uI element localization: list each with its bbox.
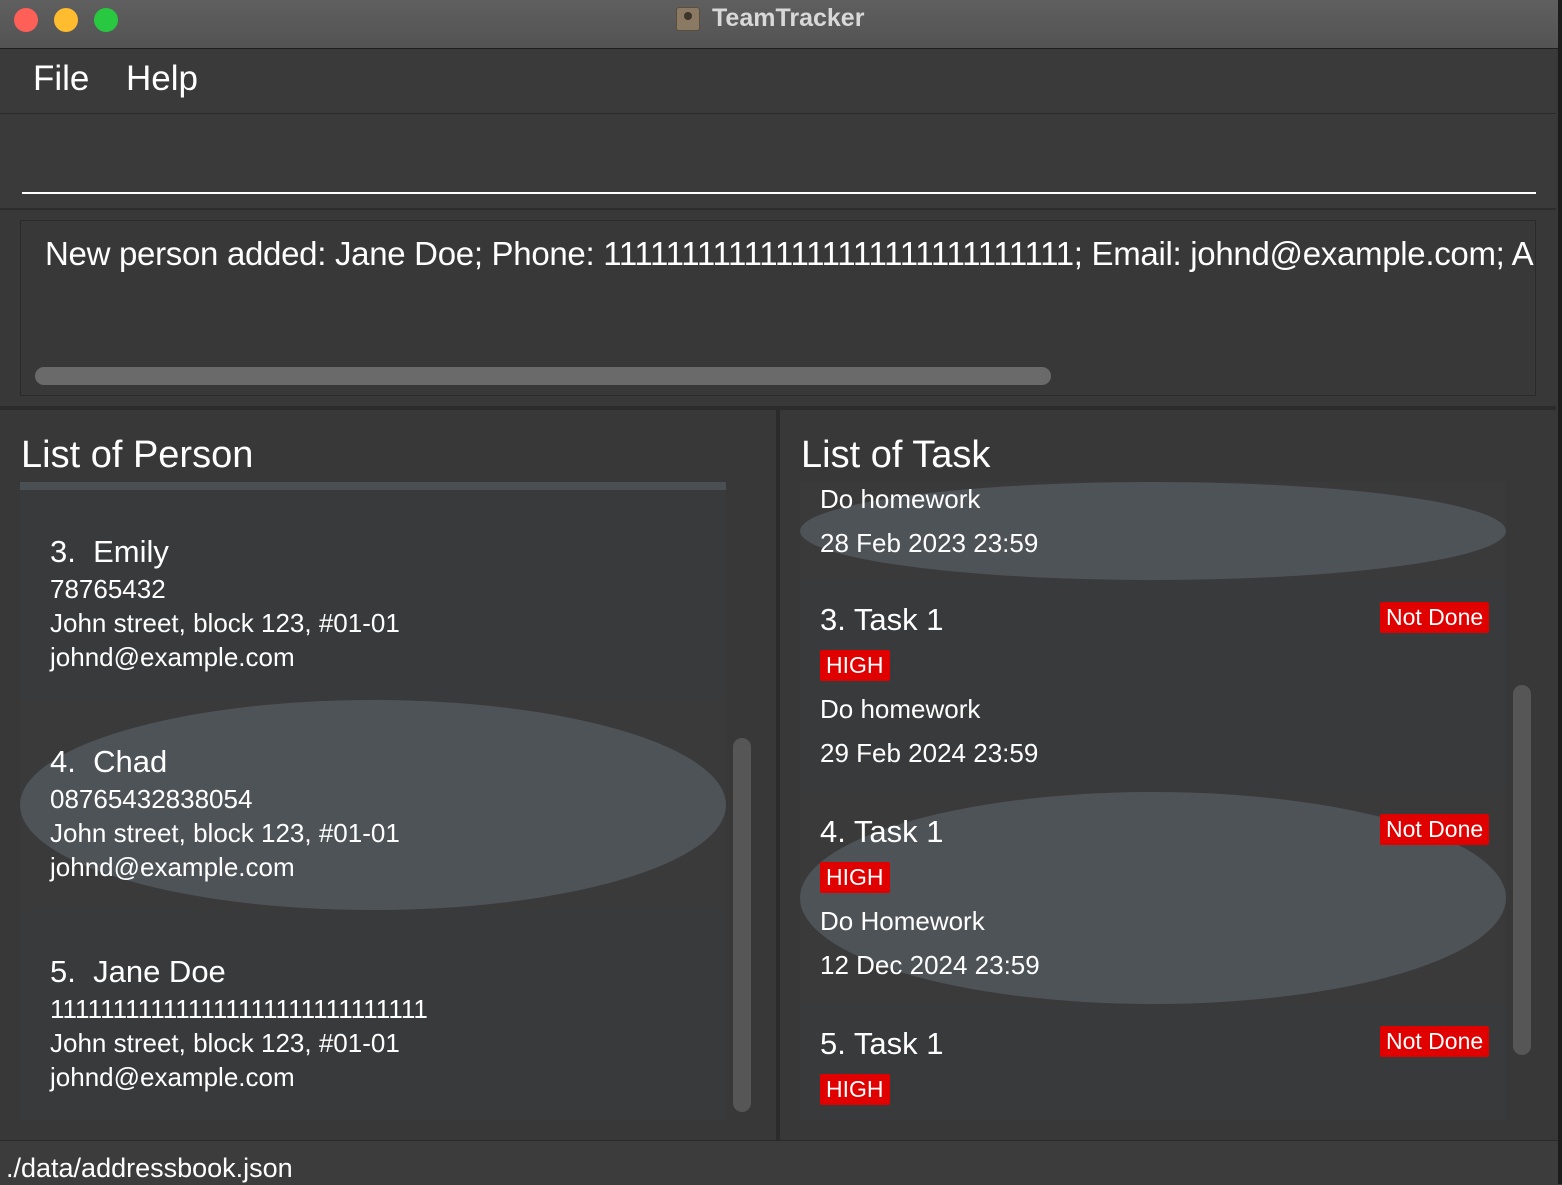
person-phone: 111111111111111111111111111111 [50, 994, 428, 1024]
task-priority-badge: HIGH [820, 1074, 890, 1105]
task-priority-badge: HIGH [820, 862, 890, 893]
person-index: 5. [50, 954, 76, 989]
person-index: 3. [50, 534, 76, 569]
person-address: John street, block 123, #01-01 [50, 608, 400, 638]
task-card-selected[interactable]: 4. Task 1 Not Done HIGH Do Homework 12 D… [800, 792, 1506, 1004]
task-card[interactable]: 5. Task 1 Not Done HIGH [800, 1004, 1506, 1120]
person-card[interactable]: 3. Emily 78765432 John street, block 123… [20, 490, 726, 700]
person-email: johnd@example.com [50, 642, 295, 672]
task-deadline: 12 Dec 2024 23:59 [820, 950, 1040, 980]
person-card-partial[interactable] [20, 482, 726, 490]
task-description: Do homework [820, 484, 981, 514]
window-edge [1558, 0, 1562, 1184]
person-address: John street, block 123, #01-01 [50, 818, 400, 848]
person-card[interactable]: 5. Jane Doe 1111111111111111111111111111… [20, 910, 726, 1120]
person-email: johnd@example.com [50, 852, 295, 882]
task-title: 5. Task 1 [820, 1026, 944, 1061]
result-message: New person added: Jane Doe; Phone: 11111… [45, 235, 1534, 272]
task-title: 4. Task 1 [820, 814, 944, 849]
task-status-badge: Not Done [1380, 602, 1490, 633]
task-card-partial[interactable]: Do homework 28 Feb 2023 23:59 [800, 482, 1506, 580]
person-phone: 78765432 [50, 574, 166, 604]
task-list-scrollbar[interactable] [1513, 685, 1531, 1055]
person-phone: 08765432838054 [50, 784, 253, 814]
person-list-title: List of Person [21, 434, 254, 476]
person-name: 3. Emily [50, 534, 169, 570]
person-index: 4. [50, 744, 76, 779]
menu-file[interactable]: File [33, 59, 89, 99]
person-list: 3. Emily 78765432 John street, block 123… [20, 482, 726, 1120]
title-bar: TeamTracker [0, 0, 1558, 49]
save-location: ./data/addressbook.json [6, 1153, 293, 1183]
person-email: johnd@example.com [50, 1062, 295, 1092]
person-list-scrollbar[interactable] [733, 738, 751, 1112]
task-description: Do homework [820, 694, 981, 724]
result-horizontal-scrollbar[interactable] [35, 367, 1051, 385]
menu-help[interactable]: Help [126, 59, 198, 99]
person-name-text: Chad [93, 744, 168, 779]
menu-bar: File Help [0, 49, 1556, 114]
app-icon [676, 7, 700, 31]
person-address: John street, block 123, #01-01 [50, 1028, 400, 1058]
task-title: 3. Task 1 [820, 602, 944, 637]
person-name-text: Emily [93, 534, 169, 569]
person-name: 4. Chad [50, 744, 167, 780]
close-window-button[interactable] [14, 8, 38, 32]
person-card-selected[interactable]: 4. Chad 08765432838054 John street, bloc… [20, 700, 726, 910]
status-bar: ./data/addressbook.json [0, 1140, 1558, 1185]
split-divider[interactable] [776, 410, 780, 1140]
task-status-badge: Not Done [1380, 814, 1490, 845]
task-deadline: 29 Feb 2024 23:59 [820, 738, 1039, 768]
person-name: 5. Jane Doe [50, 954, 226, 990]
minimize-window-button[interactable] [54, 8, 78, 32]
person-name-text: Jane Doe [93, 954, 226, 989]
command-input-underline [22, 192, 1536, 194]
task-priority-badge: HIGH [820, 650, 890, 681]
window-title: TeamTracker [712, 4, 865, 32]
task-description: Do Homework [820, 906, 985, 936]
result-display: New person added: Jane Doe; Phone: 11111… [20, 220, 1536, 396]
zoom-window-button[interactable] [94, 8, 118, 32]
task-card[interactable]: 3. Task 1 Not Done HIGH Do homework 29 F… [800, 580, 1506, 792]
task-list: Do homework 28 Feb 2023 23:59 3. Task 1 … [800, 482, 1506, 1120]
task-status-badge: Not Done [1380, 1026, 1490, 1057]
command-box[interactable] [0, 114, 1556, 210]
task-list-title: List of Task [801, 434, 991, 476]
task-deadline: 28 Feb 2023 23:59 [820, 528, 1039, 558]
